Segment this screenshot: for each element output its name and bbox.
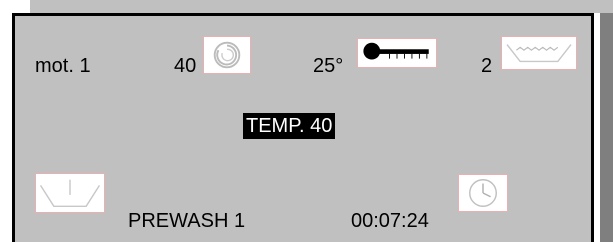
time-remaining: 00:07:24 <box>351 210 429 232</box>
clock-icon <box>458 174 508 212</box>
level-value: 2 <box>481 55 493 77</box>
top-bar <box>30 0 613 13</box>
spin-icon <box>203 36 251 74</box>
status-highlight: TEMP. 40 <box>243 113 336 139</box>
temperature-value: 25° <box>313 55 344 77</box>
phase-label: PREWASH 1 <box>128 210 246 232</box>
water-level-icon <box>501 36 577 70</box>
drum-icon <box>35 173 105 213</box>
machine-status-panel: mot. 1 40 25° 2 TEMP. 40 PREWASH 1 00:07… <box>12 13 594 242</box>
motor-label: mot. 1 <box>35 55 91 77</box>
thermometer-icon <box>357 38 437 68</box>
right-shadow <box>600 13 613 242</box>
speed-value: 40 <box>174 55 197 77</box>
